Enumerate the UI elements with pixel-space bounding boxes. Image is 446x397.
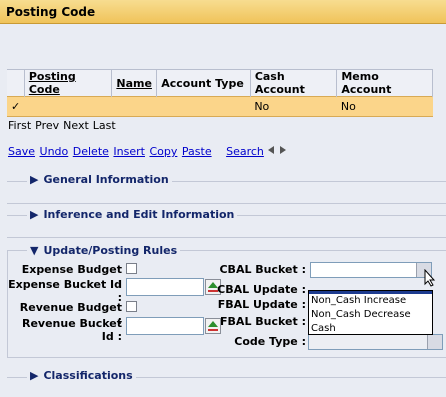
section-classifications[interactable]: ▶ Classifications (27, 369, 136, 382)
cbal-update-label: CBAL Update : (217, 283, 306, 296)
posting-code-grid: Posting Code Name Account Type Cash Acco… (7, 69, 433, 117)
expense-budget-checkbox[interactable] (126, 263, 137, 274)
fbal-update-label: FBAL Update : (217, 298, 306, 311)
column-cash-account: Cash Account (250, 69, 338, 97)
cell-cash-account: No (250, 96, 337, 117)
dropdown-option[interactable]: Cash (309, 322, 432, 336)
cell-account-type (156, 96, 251, 117)
grid-header-row: Posting Code Name Account Type Cash Acco… (7, 69, 433, 97)
cell-name (111, 96, 157, 117)
revenue-bucket-id-label: Revenue Bucket Id : (22, 317, 122, 343)
expand-triangle-icon: ▶ (30, 173, 39, 186)
window-title: Posting Code (6, 5, 96, 19)
section-label: General Information (43, 173, 169, 186)
grid-header-select (7, 69, 25, 97)
navigation-arrows-icon[interactable] (266, 144, 290, 156)
cbal-bucket-label: CBAL Bucket : (219, 263, 306, 276)
expense-bucket-id-input[interactable] (126, 278, 204, 296)
section-general-information[interactable]: ▶ General Information (27, 173, 172, 186)
column-account-type: Account Type (156, 69, 251, 97)
window-title-bar: Posting Code (0, 0, 446, 24)
pager-first[interactable]: First (8, 119, 31, 132)
collapse-triangle-icon: ▼ (30, 244, 39, 257)
fbal-bucket-label: FBAL Bucket : (220, 315, 306, 328)
section-label: Update/Posting Rules (43, 244, 178, 257)
code-type-select[interactable] (308, 334, 443, 350)
cell-memo-account: No (336, 96, 433, 117)
section-inference-edit[interactable]: ▶ Inference and Edit Information (27, 208, 238, 221)
column-posting-code[interactable]: Posting Code (24, 69, 113, 97)
section-update-posting-rules[interactable]: ▼ Update/Posting Rules (27, 244, 181, 257)
pager-next[interactable]: Next (63, 119, 89, 132)
insert-link[interactable]: Insert (113, 145, 145, 158)
column-memo-account: Memo Account (336, 69, 433, 97)
section-label: Classifications (43, 369, 133, 382)
chevron-down-icon[interactable] (427, 335, 442, 349)
revenue-budget-checkbox[interactable] (126, 301, 137, 312)
delete-link[interactable]: Delete (73, 145, 109, 158)
code-type-label: Code Type : (234, 335, 306, 348)
dropdown-option[interactable]: Non_Cash Decrease (309, 308, 432, 322)
copy-link[interactable]: Copy (149, 145, 177, 158)
undo-link[interactable]: Undo (40, 145, 69, 158)
mouse-cursor-icon (424, 269, 436, 287)
cbal-bucket-dropdown-list: Non_Cash Increase Non_Cash Decrease Cash (308, 290, 433, 335)
pager-prev[interactable]: Prev (35, 119, 59, 132)
cbal-bucket-select[interactable] (310, 262, 432, 278)
expand-triangle-icon: ▶ (30, 208, 39, 221)
column-name[interactable]: Name (111, 69, 158, 97)
expand-triangle-icon: ▶ (30, 369, 39, 382)
pager: First Prev Next Last (8, 119, 120, 132)
section-divider (7, 203, 446, 204)
pager-last[interactable]: Last (93, 119, 116, 132)
revenue-bucket-id-input[interactable] (126, 317, 204, 335)
table-row[interactable]: ✓ No No (7, 96, 433, 117)
section-label: Inference and Edit Information (43, 208, 235, 221)
search-link[interactable]: Search (226, 145, 264, 158)
paste-link[interactable]: Paste (182, 145, 212, 158)
row-check-icon: ✓ (7, 96, 25, 117)
action-toolbar: Save Undo Delete Insert Copy Paste Searc… (8, 145, 286, 158)
dropdown-option[interactable]: Non_Cash Increase (309, 294, 432, 308)
section-divider (7, 237, 446, 238)
cell-posting-code (24, 96, 112, 117)
save-link[interactable]: Save (8, 145, 35, 158)
